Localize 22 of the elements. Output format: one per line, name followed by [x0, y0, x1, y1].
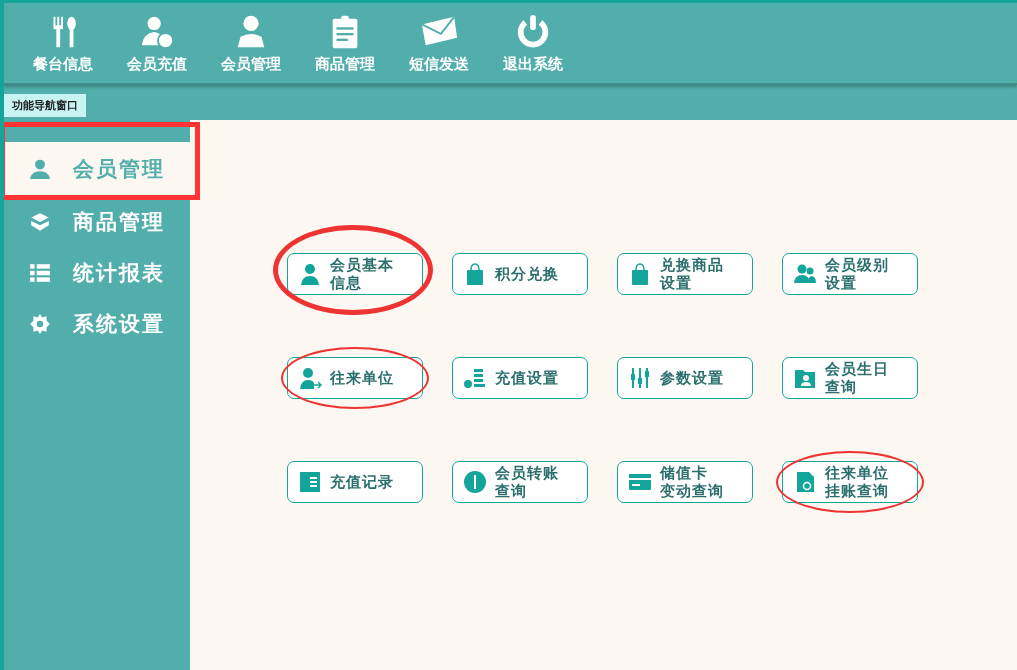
function-button[interactable]: 会员基本 信息: [287, 253, 423, 295]
gear-icon: [29, 312, 51, 335]
function-button[interactable]: 兑换商品 设置: [617, 253, 753, 295]
box-icon: [29, 210, 51, 233]
list-icon: [29, 261, 51, 284]
function-button[interactable]: 充值记录: [287, 461, 423, 503]
sliders-icon: [628, 366, 652, 390]
function-button[interactable]: 往来单位 挂账查询: [782, 461, 918, 503]
function-button[interactable]: 储值卡 变动查询: [617, 461, 753, 503]
function-button[interactable]: 积分兑换: [452, 253, 588, 295]
function-button[interactable]: 往来单位: [287, 357, 423, 399]
tab[interactable]: 功能导航窗口: [4, 94, 86, 117]
function-button[interactable]: 参数设置: [617, 357, 753, 399]
person-icon: [29, 158, 51, 180]
person-icon: [298, 262, 322, 286]
function-button[interactable]: 会员生日 查询: [782, 357, 918, 399]
function-button[interactable]: 充值设置: [452, 357, 588, 399]
person-arrow-icon: [298, 366, 322, 390]
function-button[interactable]: 会员级别 设置: [782, 253, 918, 295]
people-icon: [793, 262, 817, 286]
function-button[interactable]: 会员转账 查询: [452, 461, 588, 503]
receipt-icon: [298, 470, 322, 494]
